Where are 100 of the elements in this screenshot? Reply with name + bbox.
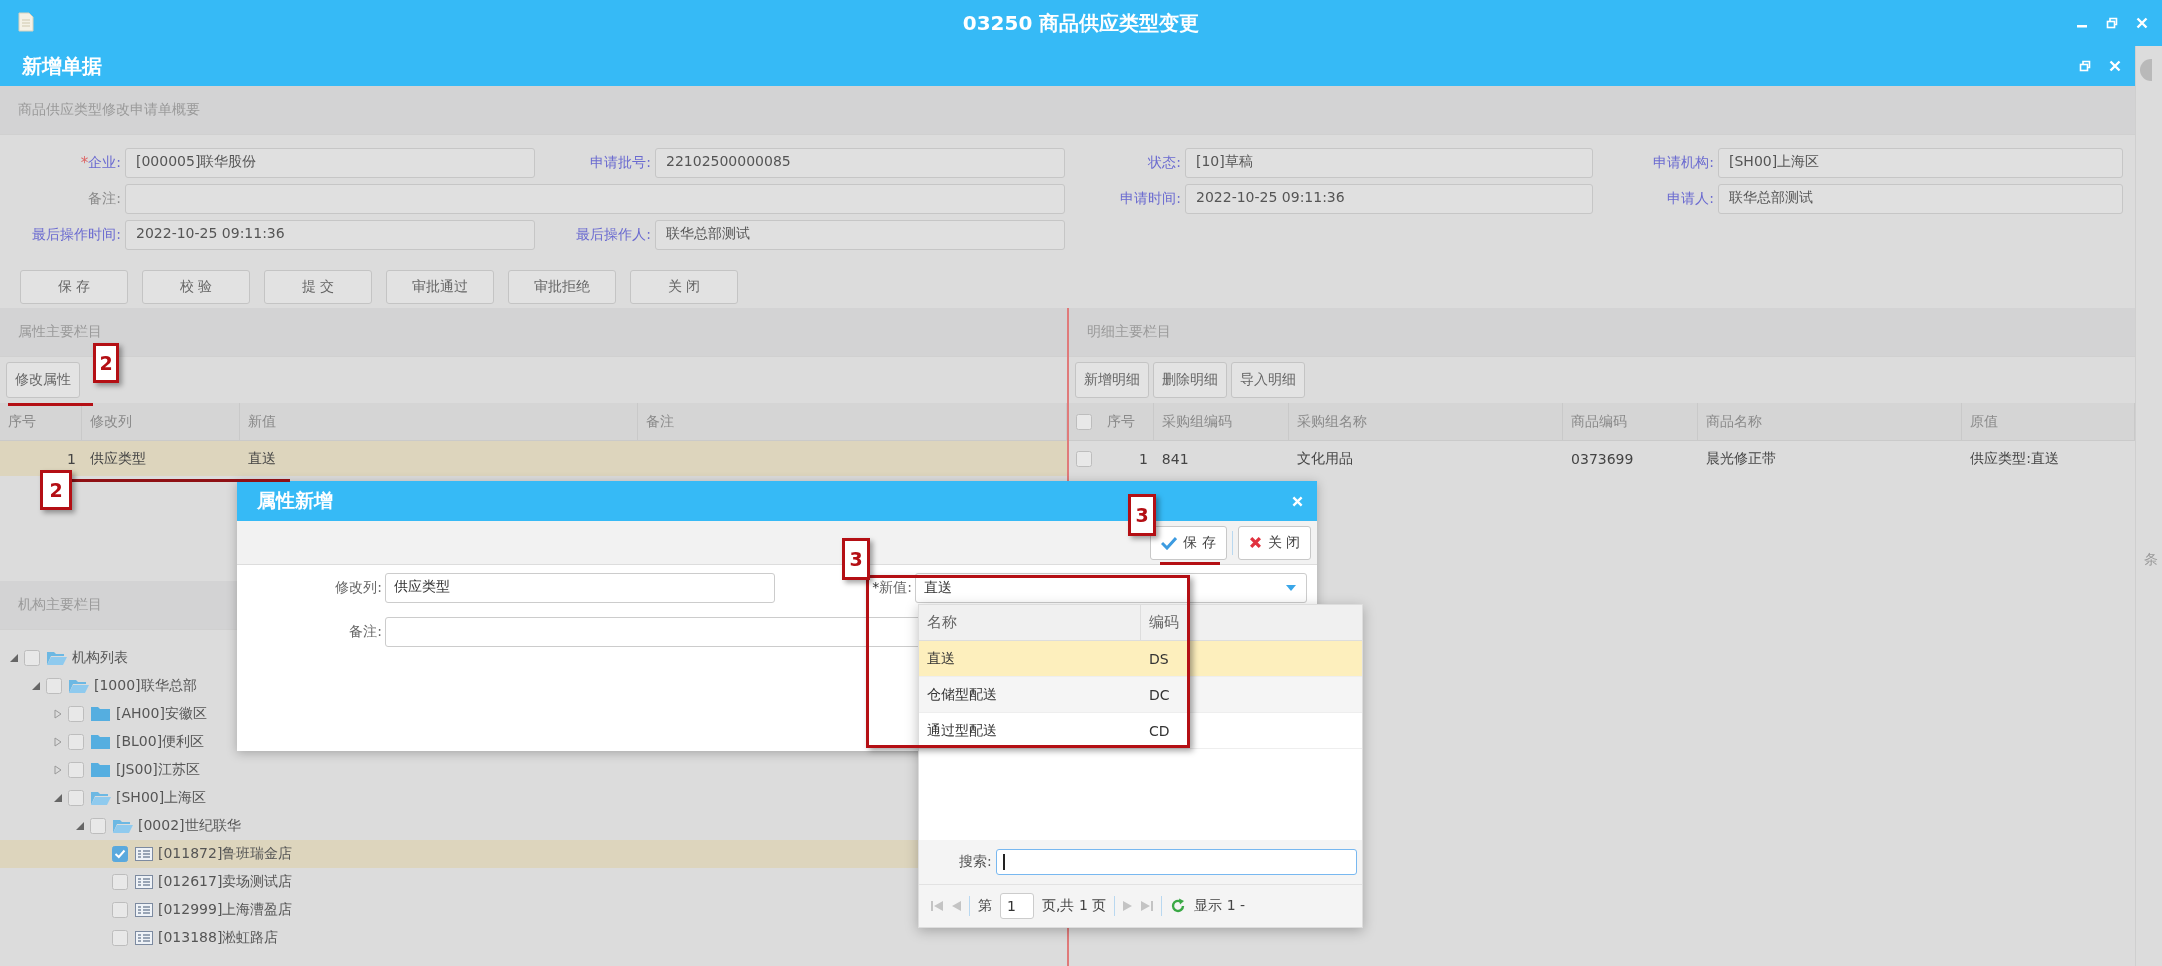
toolbar-button[interactable]: 修改属性 bbox=[6, 362, 80, 398]
collapsed-arrow-icon[interactable] bbox=[54, 737, 62, 747]
collapsed-arrow-icon[interactable] bbox=[54, 765, 62, 775]
previous-page-icon[interactable] bbox=[951, 900, 961, 912]
annotation-underline bbox=[1160, 562, 1220, 565]
tree-item[interactable]: [BL00]便利区 bbox=[116, 733, 205, 751]
last-page-icon[interactable] bbox=[1141, 900, 1154, 912]
table-cell-text: 1 bbox=[66, 450, 77, 467]
toolbar-button[interactable]: 导入明细 bbox=[1231, 362, 1305, 398]
checkbox[interactable] bbox=[1075, 450, 1092, 467]
tree-item[interactable]: [JS00]江苏区 bbox=[116, 761, 200, 779]
field-label: 最后操作时间: bbox=[32, 226, 121, 244]
tree-item[interactable]: [012617]卖场测试店 bbox=[158, 873, 293, 891]
checkbox[interactable] bbox=[112, 930, 128, 946]
option-row[interactable]: 通过型配送 CD bbox=[919, 713, 1362, 749]
close-icon[interactable] bbox=[2136, 17, 2148, 29]
text-field[interactable]: [SH00]上海区 bbox=[1718, 148, 2123, 178]
list-icon bbox=[134, 902, 154, 918]
table-cell-text: 841 bbox=[1160, 450, 1190, 467]
field-label: 申请批号: bbox=[590, 154, 651, 172]
close-button[interactable]: 关 闭 bbox=[1237, 525, 1311, 560]
column-header[interactable]: 编码 bbox=[1141, 605, 1362, 640]
pager-info: 显示 1 - bbox=[1194, 897, 1246, 915]
dropdown-field[interactable]: 直送 bbox=[915, 573, 1307, 603]
field-label: 修改列: bbox=[334, 579, 383, 597]
check-icon bbox=[1161, 535, 1178, 550]
dialog-title: 属性新增 bbox=[257, 488, 333, 513]
expanded-arrow-icon[interactable] bbox=[54, 794, 62, 802]
list-icon bbox=[134, 846, 154, 862]
checkbox[interactable] bbox=[90, 818, 106, 834]
required-mark: * bbox=[80, 154, 89, 172]
action-button[interactable]: 关 闭 bbox=[630, 270, 738, 304]
expanded-arrow-icon[interactable] bbox=[32, 682, 40, 690]
toolbar-button[interactable]: 删除明细 bbox=[1153, 362, 1227, 398]
text-field[interactable]: 2022-10-25 09:11:36 bbox=[1185, 184, 1593, 214]
text-field[interactable]: 供应类型 bbox=[385, 573, 775, 603]
open-folder-icon bbox=[90, 790, 112, 806]
list-icon bbox=[134, 930, 154, 946]
expanded-arrow-icon[interactable] bbox=[10, 654, 18, 662]
tree-item[interactable]: [012999]上海漕盈店 bbox=[158, 901, 293, 919]
first-page-icon[interactable] bbox=[931, 900, 943, 912]
checkbox[interactable] bbox=[68, 734, 84, 750]
document-icon bbox=[18, 12, 34, 32]
restore-icon[interactable] bbox=[2106, 17, 2118, 29]
text-field[interactable] bbox=[125, 184, 1065, 214]
tree-item[interactable]: [AH00]安徽区 bbox=[116, 705, 207, 723]
action-button[interactable]: 保 存 bbox=[20, 270, 128, 304]
checkbox[interactable] bbox=[68, 762, 84, 778]
collapsed-arrow-icon[interactable] bbox=[54, 709, 62, 719]
folder-icon bbox=[90, 734, 112, 750]
text-field[interactable]: 联华总部测试 bbox=[655, 220, 1065, 250]
table-cell-text: 供应类型:直送 bbox=[1969, 449, 2061, 468]
field-label: 申请人: bbox=[1667, 190, 1714, 208]
checkbox[interactable] bbox=[46, 678, 62, 694]
action-button[interactable]: 提 交 bbox=[264, 270, 372, 304]
caret-icon[interactable] bbox=[1286, 585, 1296, 591]
tree-item[interactable]: [011872]鲁班瑞金店 bbox=[158, 845, 293, 863]
column-header[interactable]: 名称 bbox=[919, 605, 1141, 640]
tree-item[interactable]: [1000]联华总部 bbox=[94, 677, 197, 695]
folder-icon bbox=[90, 706, 112, 722]
save-button[interactable]: 保 存 bbox=[1150, 525, 1227, 560]
field-label: 备注: bbox=[88, 190, 121, 208]
checkbox[interactable] bbox=[1075, 413, 1092, 430]
close-icon[interactable] bbox=[2109, 60, 2121, 72]
checkbox[interactable] bbox=[68, 790, 84, 806]
text-field[interactable]: 22102500000085 bbox=[655, 148, 1065, 178]
text-field[interactable]: 2022-10-25 09:11:36 bbox=[125, 220, 535, 250]
restore-icon[interactable] bbox=[2079, 60, 2091, 72]
expanded-arrow-icon[interactable] bbox=[76, 822, 84, 830]
option-row[interactable]: 仓储型配送 DC bbox=[919, 677, 1362, 713]
checkbox[interactable] bbox=[112, 902, 128, 918]
action-button[interactable]: 校 验 bbox=[142, 270, 250, 304]
tree-item[interactable]: [013188]淞虹路店 bbox=[158, 929, 279, 947]
close-icon[interactable] bbox=[1292, 495, 1303, 507]
refresh-icon[interactable] bbox=[1170, 898, 1187, 914]
step-number: 3 bbox=[1128, 494, 1156, 536]
field-label: 备注: bbox=[348, 623, 383, 641]
tree-item[interactable]: [SH00]上海区 bbox=[116, 789, 207, 807]
text-field[interactable]: 联华总部测试 bbox=[1718, 184, 2123, 214]
action-button[interactable]: 审批通过 bbox=[386, 270, 494, 304]
checkbox[interactable] bbox=[24, 650, 40, 666]
text-field[interactable]: [10]草稿 bbox=[1185, 148, 1593, 178]
checkbox[interactable] bbox=[112, 846, 128, 862]
text-field[interactable]: [000005]联华股份 bbox=[125, 148, 535, 178]
table-cell-text: 直送 bbox=[247, 449, 277, 468]
tree-item[interactable]: [0002]世纪联华 bbox=[138, 817, 241, 835]
window-title: 新增单据 bbox=[22, 52, 102, 80]
required-mark: * bbox=[872, 579, 880, 597]
checkbox[interactable] bbox=[68, 706, 84, 722]
search-field[interactable] bbox=[995, 849, 1357, 875]
action-button[interactable]: 审批拒绝 bbox=[508, 270, 616, 304]
table-row[interactable]: 1 供应类型 直送 bbox=[0, 441, 1067, 476]
page-field[interactable]: 1 bbox=[1000, 893, 1034, 919]
toolbar-button[interactable]: 新增明细 bbox=[1075, 362, 1149, 398]
table-cell-text: 文化用品 bbox=[1295, 449, 1354, 468]
checkbox[interactable] bbox=[112, 874, 128, 890]
option-row[interactable]: 直送 DS bbox=[919, 641, 1362, 677]
next-page-icon[interactable] bbox=[1123, 900, 1134, 912]
list-icon bbox=[134, 874, 154, 890]
tree-item[interactable]: 机构列表 bbox=[72, 649, 128, 667]
